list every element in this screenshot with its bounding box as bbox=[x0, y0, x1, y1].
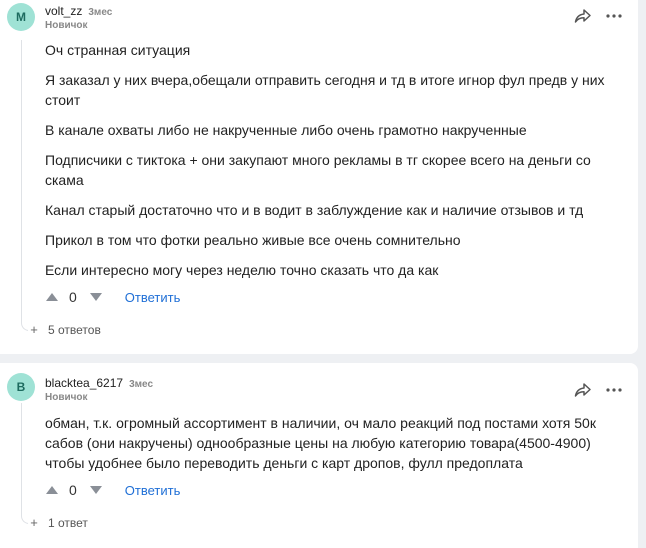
downvote-icon[interactable] bbox=[89, 292, 103, 302]
upvote-icon[interactable] bbox=[45, 292, 59, 302]
more-icon[interactable] bbox=[606, 388, 622, 392]
vote-count: 0 bbox=[69, 482, 77, 498]
comment-paragraph: Если интересно могу через неделю точно с… bbox=[45, 262, 439, 278]
author-name[interactable]: volt_zz bbox=[45, 4, 82, 18]
upvote-icon[interactable] bbox=[45, 485, 59, 495]
comment-body: Оч странная ситуация Я заказал у них вче… bbox=[45, 40, 615, 290]
comment-body: обман, т.к. огромный ассортимент в налич… bbox=[45, 413, 615, 483]
comment-paragraph: Прикол в том что фотки реально живые все… bbox=[45, 232, 461, 248]
share-icon[interactable] bbox=[574, 8, 592, 24]
reply-button[interactable]: Ответить bbox=[125, 483, 181, 498]
replies-count: 5 ответов bbox=[48, 323, 101, 337]
more-icon[interactable] bbox=[606, 14, 622, 18]
comment-paragraph: Подписчики с тиктока + они закупают мног… bbox=[45, 152, 591, 188]
expand-plus-icon: + bbox=[28, 516, 40, 529]
comment-author-line: blacktea_6217 3мес bbox=[45, 376, 153, 390]
reply-button[interactable]: Ответить bbox=[125, 290, 181, 305]
vote-bar: 0 Ответить bbox=[45, 289, 180, 305]
comment-author-line: volt_zz 3мес bbox=[45, 4, 112, 18]
share-icon[interactable] bbox=[574, 382, 592, 398]
comment-time: 3мес bbox=[129, 379, 154, 390]
vote-count: 0 bbox=[69, 289, 77, 305]
comment-paragraph: Оч странная ситуация bbox=[45, 42, 191, 58]
comment-paragraph: Канал старый достаточно что и в водит в … bbox=[45, 202, 584, 218]
show-replies-button[interactable]: + 1 ответ bbox=[28, 516, 88, 530]
comment-actions bbox=[574, 382, 622, 398]
author-name[interactable]: blacktea_6217 bbox=[45, 376, 123, 390]
comment-time: 3мес bbox=[88, 7, 113, 18]
comment-actions bbox=[574, 8, 622, 24]
comment-paragraph: В канале охваты либо не накрученные либо… bbox=[45, 122, 527, 138]
thread-line bbox=[21, 40, 36, 331]
comment-paragraph: обман, т.к. огромный ассортимент в налич… bbox=[45, 415, 596, 471]
author-role: Новичок bbox=[45, 20, 88, 31]
comment-paragraph: Я заказал у них вчера,обещали отправить … bbox=[45, 72, 605, 108]
show-replies-button[interactable]: + 5 ответов bbox=[28, 323, 101, 337]
downvote-icon[interactable] bbox=[89, 485, 103, 495]
avatar[interactable]: B bbox=[7, 373, 35, 401]
comment-card: M volt_zz 3мес Новичок Оч странная ситуац… bbox=[0, 0, 638, 354]
avatar[interactable]: M bbox=[7, 3, 35, 31]
vote-bar: 0 Ответить bbox=[45, 482, 180, 498]
thread-line bbox=[21, 403, 36, 524]
expand-plus-icon: + bbox=[28, 323, 40, 336]
comment-card: B blacktea_6217 3мес Новичок обман, т.к. … bbox=[0, 363, 638, 548]
author-role: Новичок bbox=[45, 392, 88, 403]
replies-count: 1 ответ bbox=[48, 516, 88, 530]
